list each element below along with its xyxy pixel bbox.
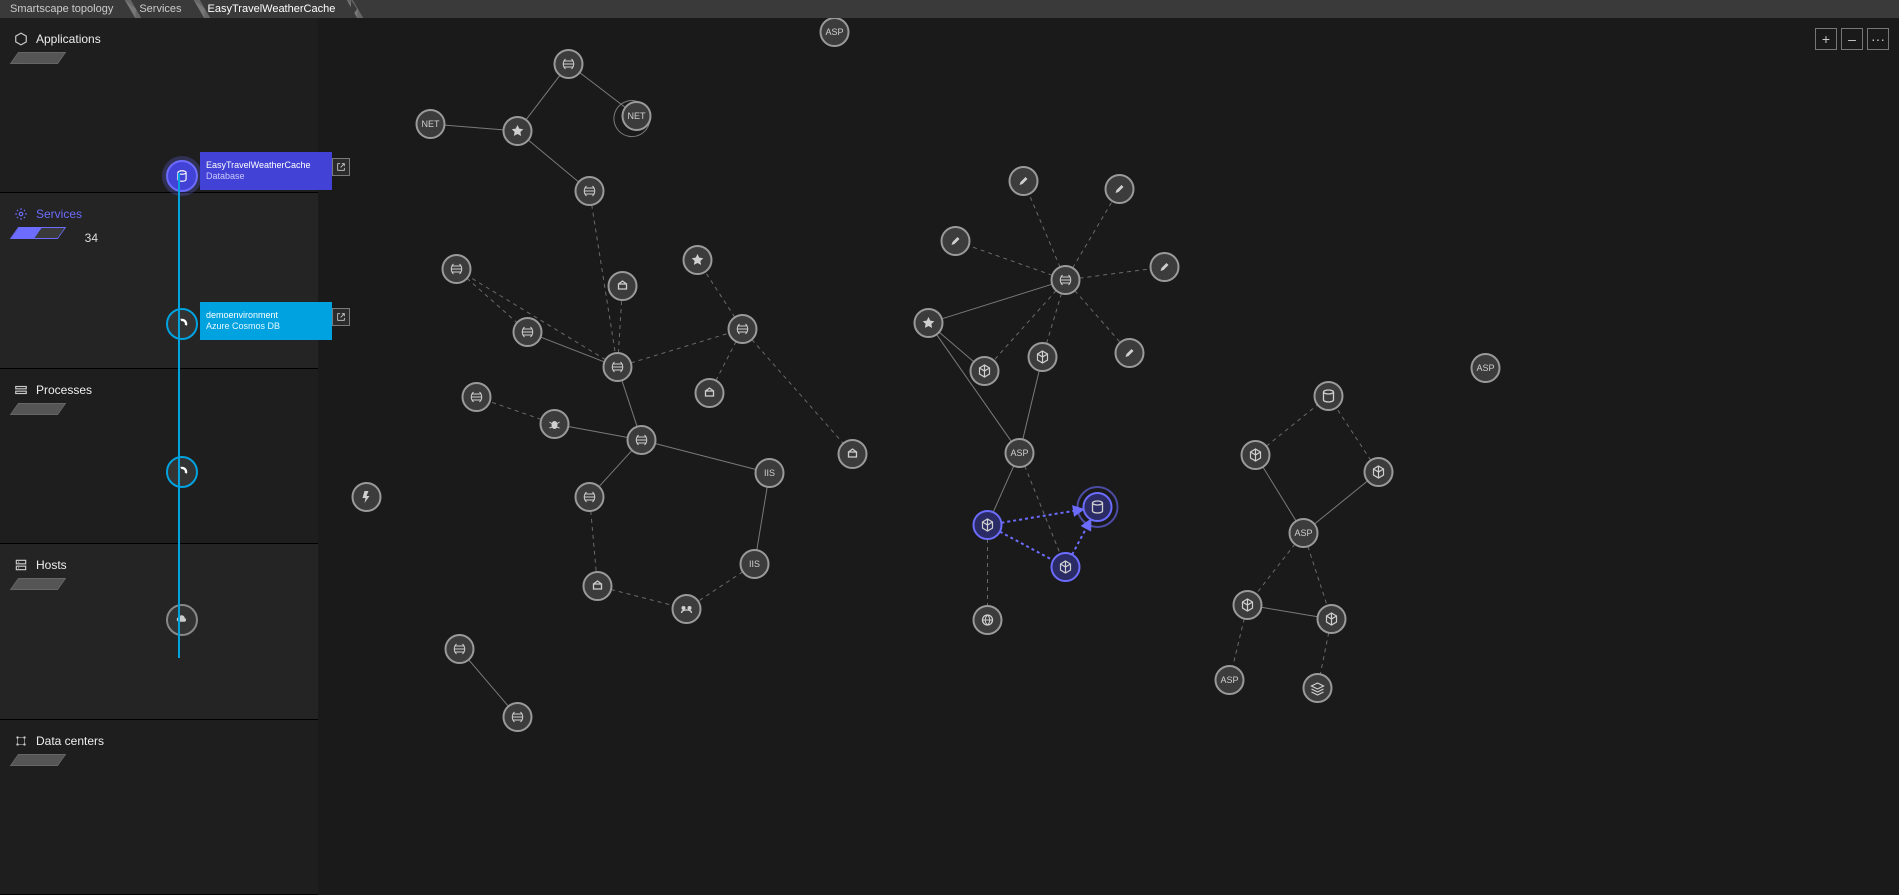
chain-service-node[interactable] — [166, 160, 198, 192]
chain-connector — [178, 18, 180, 895]
graph-node[interactable] — [555, 50, 583, 78]
graph-node[interactable] — [1234, 591, 1262, 619]
layer-processes[interactable]: Processes — [0, 369, 318, 544]
graph-node[interactable] — [1242, 441, 1270, 469]
svg-text:ASP: ASP — [825, 27, 843, 37]
graph-node[interactable] — [628, 426, 656, 454]
graph-node[interactable]: ASP — [1472, 354, 1500, 382]
graph-node[interactable] — [1151, 253, 1179, 281]
open-service-button[interactable] — [332, 158, 350, 176]
layer-services-label: Services — [36, 207, 82, 221]
graph-node[interactable] — [504, 703, 532, 731]
layer-services[interactable]: Services 34 — [0, 193, 318, 368]
selected-service-title: EasyTravelWeatherCache — [206, 161, 326, 171]
chain-host-node[interactable] — [166, 456, 198, 488]
zoom-out-button[interactable]: – — [1841, 28, 1863, 50]
graph-node[interactable] — [839, 440, 867, 468]
graph-node[interactable] — [1304, 674, 1332, 702]
graph-node[interactable] — [576, 177, 604, 205]
layer-datacenters[interactable]: Data centers — [0, 720, 318, 895]
graph-node[interactable] — [609, 272, 637, 300]
svg-text:IIS: IIS — [764, 468, 775, 478]
graph-node[interactable] — [673, 595, 701, 623]
graph-node[interactable] — [1365, 458, 1393, 486]
breadcrumb-current: EasyTravelWeatherCache — [198, 0, 352, 18]
graph-node[interactable] — [463, 383, 491, 411]
chain-datacenter-node[interactable] — [166, 604, 198, 636]
graph-node[interactable] — [604, 353, 632, 381]
topology-graph[interactable]: + – ··· NET NET ASP IIS IIS ASP ASP ASP ASP — [318, 18, 1899, 895]
open-process-button[interactable] — [332, 308, 350, 326]
graph-node[interactable] — [1010, 167, 1038, 195]
graph-node[interactable]: IIS — [756, 459, 784, 487]
graph-node[interactable] — [684, 246, 712, 274]
graph-node[interactable] — [1052, 553, 1080, 581]
graph-node[interactable]: NET — [417, 110, 445, 138]
zoom-in-button[interactable]: + — [1815, 28, 1837, 50]
graph-canvas[interactable]: NET NET ASP IIS IIS ASP ASP ASP ASP — [318, 18, 1899, 895]
selected-process-subtitle: Azure Cosmos DB — [206, 322, 326, 332]
graph-node[interactable]: ASP — [1290, 519, 1318, 547]
graph-node[interactable] — [353, 483, 381, 511]
layer-hosts[interactable]: Hosts — [0, 544, 318, 719]
svg-text:ASP: ASP — [1476, 363, 1494, 373]
graph-node[interactable] — [443, 255, 471, 283]
selected-service-card[interactable]: EasyTravelWeatherCache Database — [200, 152, 332, 190]
graph-node[interactable] — [974, 606, 1002, 634]
graph-node[interactable] — [584, 572, 612, 600]
graph-node[interactable] — [971, 357, 999, 385]
hosts-icon — [14, 558, 28, 572]
graph-node[interactable] — [1106, 175, 1134, 203]
graph-node[interactable] — [696, 379, 724, 407]
graph-node[interactable] — [1318, 605, 1346, 633]
selected-service-subtitle: Database — [206, 172, 326, 182]
layer-processes-label: Processes — [36, 383, 92, 397]
svg-text:ASP: ASP — [1294, 528, 1312, 538]
hexagon-icon — [14, 32, 28, 46]
graph-node[interactable] — [576, 483, 604, 511]
layer-datacenters-label: Data centers — [36, 734, 104, 748]
graph-node[interactable] — [1116, 339, 1144, 367]
svg-text:IIS: IIS — [749, 559, 760, 569]
services-count: 34 — [85, 231, 98, 245]
graph-node[interactable] — [1315, 382, 1343, 410]
graph-node[interactable] — [504, 117, 532, 145]
graph-node[interactable]: ASP — [1006, 439, 1034, 467]
graph-more-button[interactable]: ··· — [1867, 28, 1889, 50]
layer-sidebar: Applications Services 34 Processes Hosts — [0, 18, 318, 895]
svg-text:ASP: ASP — [1010, 448, 1028, 458]
layer-hosts-label: Hosts — [36, 558, 67, 572]
svg-text:NET: NET — [422, 119, 441, 129]
graph-node[interactable] — [915, 309, 943, 337]
graph-node[interactable] — [1052, 266, 1080, 294]
graph-toolbar: + – ··· — [1815, 28, 1889, 50]
gear-icon — [14, 207, 28, 221]
graph-node[interactable]: NET — [623, 102, 651, 130]
datacenter-icon — [14, 734, 28, 748]
graph-node[interactable]: IIS — [741, 550, 769, 578]
processes-icon — [14, 383, 28, 397]
graph-node[interactable] — [446, 635, 474, 663]
graph-node[interactable]: ASP — [1216, 666, 1244, 694]
graph-node[interactable] — [942, 227, 970, 255]
breadcrumb: Smartscape topology Services EasyTravelW… — [0, 0, 1899, 18]
svg-text:NET: NET — [628, 111, 647, 121]
breadcrumb-root[interactable]: Smartscape topology — [0, 0, 129, 18]
selected-process-card[interactable]: demoenvironment Azure Cosmos DB — [200, 302, 332, 340]
graph-node[interactable] — [541, 410, 569, 438]
layer-applications-label: Applications — [36, 32, 101, 46]
selected-process-title: demoenvironment — [206, 311, 326, 321]
graph-node[interactable] — [1029, 343, 1057, 371]
collapse-sidebar-button[interactable] — [294, 28, 310, 44]
svg-text:ASP: ASP — [1220, 675, 1238, 685]
graph-node[interactable] — [514, 318, 542, 346]
chain-process-node[interactable] — [166, 308, 198, 340]
graph-node[interactable]: ASP — [821, 18, 849, 46]
graph-node[interactable] — [974, 511, 1002, 539]
graph-node[interactable] — [729, 315, 757, 343]
graph-node[interactable] — [1078, 487, 1118, 527]
